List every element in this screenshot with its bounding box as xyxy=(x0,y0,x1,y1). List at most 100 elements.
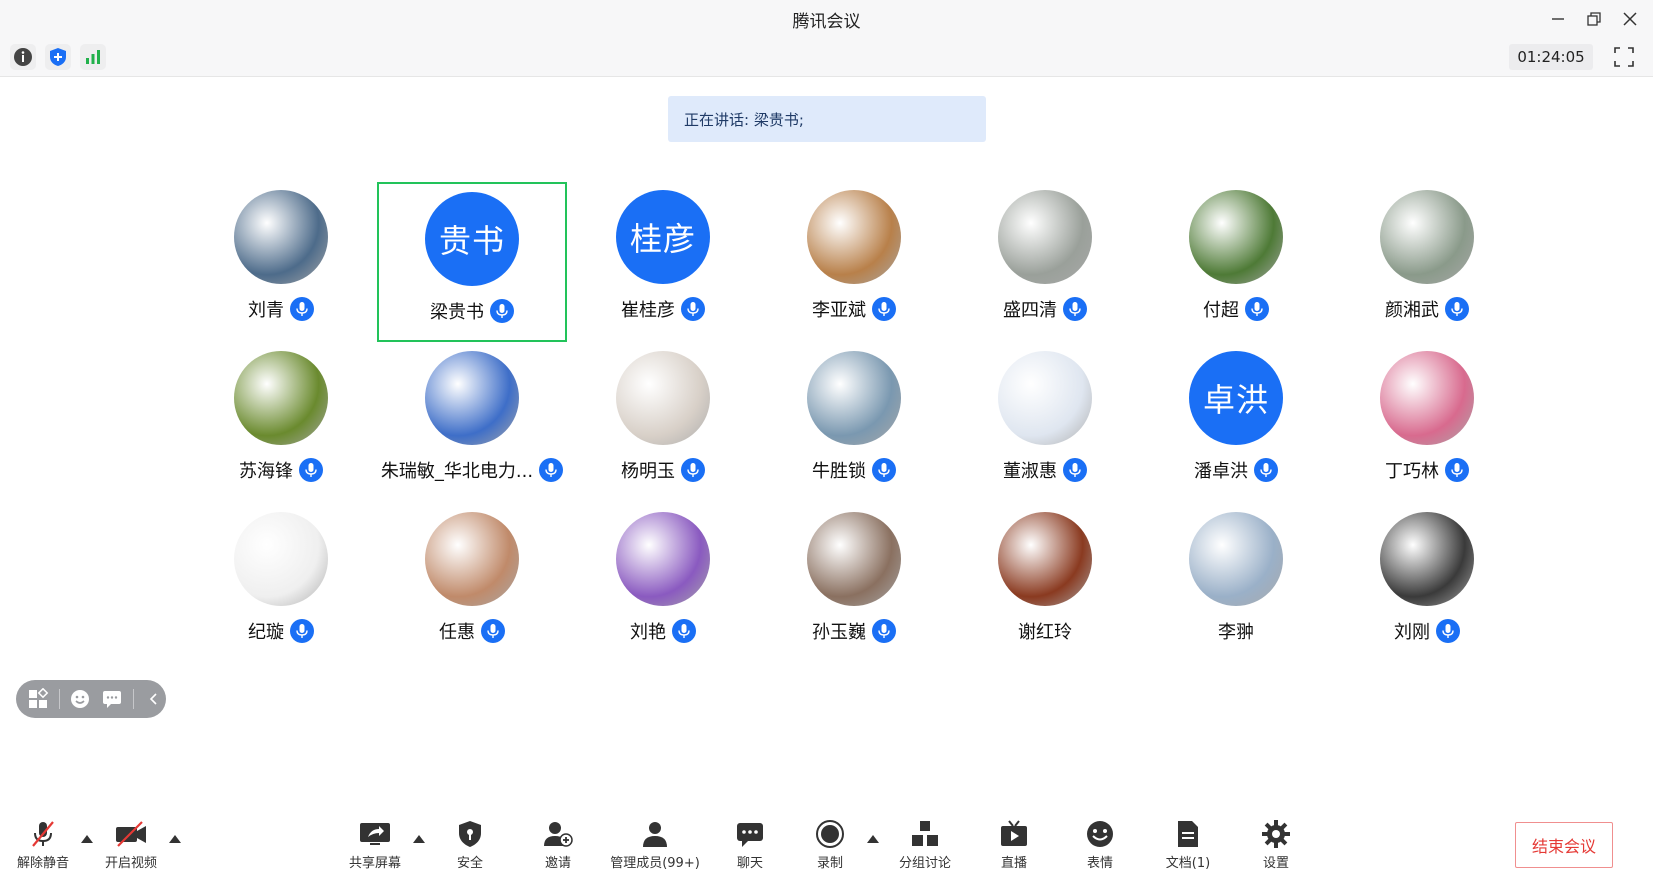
caret-up-icon xyxy=(81,835,93,843)
participant-name: 纪璇 xyxy=(248,622,284,643)
settings-button[interactable]: 设置 xyxy=(1252,810,1300,876)
mic-icon xyxy=(681,458,705,482)
participant-tile[interactable]: 孙玉巍 xyxy=(759,504,949,664)
manage-members-button[interactable]: 管理成员(99+) xyxy=(606,810,704,876)
mic-icon xyxy=(681,297,705,321)
participant-tile[interactable]: 李亚斌 xyxy=(759,182,949,342)
share-screen-label: 共享屏幕 xyxy=(348,856,401,871)
participant-tile[interactable]: 贵书 梁贵书 xyxy=(377,182,567,342)
fullscreen-button[interactable] xyxy=(1611,44,1637,70)
mic-icon xyxy=(1245,297,1269,321)
bottom-control-bar: 解除静音 开启视频 共享屏幕 安全 邀请 管理成员(99+) 聊天 录制 分组讨… xyxy=(0,810,1653,876)
chevron-left-icon xyxy=(149,693,157,705)
network-status-button[interactable] xyxy=(80,44,106,70)
invite-button[interactable]: 邀请 xyxy=(534,810,582,876)
participant-tile[interactable]: 纪璇 xyxy=(186,504,376,664)
mic-icon xyxy=(539,458,564,482)
participant-tile[interactable]: 李翀 xyxy=(1141,504,1331,664)
avatar: 卓洪 xyxy=(1189,351,1283,445)
docs-button[interactable]: 文档(1) xyxy=(1160,810,1216,876)
participant-name-row: 李翀 xyxy=(1218,618,1254,644)
mic-icon xyxy=(490,299,514,323)
participant-name: 杨明玉 xyxy=(621,461,675,482)
grid-layout-icon xyxy=(29,688,49,708)
reaction-button[interactable] xyxy=(67,686,92,712)
participant-tile[interactable]: 刘刚 xyxy=(1332,504,1522,664)
participant-name-row: 刘青 xyxy=(248,296,314,322)
participant-name: 盛四清 xyxy=(1003,300,1057,321)
caret-up-icon xyxy=(169,835,181,843)
unmute-label: 解除静音 xyxy=(16,856,69,871)
participant-tile[interactable]: 谢红玲 xyxy=(950,504,1140,664)
mic-icon xyxy=(481,619,505,643)
participant-tile[interactable]: 刘青 xyxy=(186,182,376,342)
mic-icon xyxy=(672,619,696,643)
participant-tile[interactable]: 付超 xyxy=(1141,182,1331,342)
participant-name-row: 梁贵书 xyxy=(430,298,514,324)
participant-name: 苏海锋 xyxy=(239,461,293,482)
participant-tile[interactable]: 任惠 xyxy=(377,504,567,664)
avatar xyxy=(998,351,1092,445)
security-button[interactable]: 安全 xyxy=(446,810,494,876)
audio-options-caret[interactable] xyxy=(80,832,94,846)
end-meeting-button[interactable]: 结束会议 xyxy=(1515,822,1613,868)
live-icon xyxy=(996,816,1032,852)
restore-button[interactable] xyxy=(1581,6,1607,32)
meeting-timer: 01:24:05 xyxy=(1509,44,1593,70)
speaking-indicator: 正在讲话: 梁贵书; xyxy=(668,96,986,142)
chat-bubble-button[interactable] xyxy=(100,686,125,712)
fullscreen-icon xyxy=(1614,47,1634,67)
video-options-caret[interactable] xyxy=(168,832,182,846)
participant-tile[interactable]: 卓洪 潘卓洪 xyxy=(1141,343,1331,503)
participant-name-row: 刘艳 xyxy=(630,618,696,644)
participant-tile[interactable]: 丁巧林 xyxy=(1332,343,1522,503)
avatar xyxy=(234,351,328,445)
live-button[interactable]: 直播 xyxy=(990,810,1038,876)
smile-icon xyxy=(70,690,89,708)
avatar xyxy=(807,512,901,606)
breakout-label: 分组讨论 xyxy=(898,856,951,871)
record-label: 录制 xyxy=(816,856,843,871)
participant-tile[interactable]: 杨明玉 xyxy=(568,343,758,503)
reactions-button[interactable]: 表情 xyxy=(1076,810,1124,876)
close-button[interactable] xyxy=(1617,6,1643,32)
record-button[interactable]: 录制 xyxy=(806,810,854,876)
participant-tile[interactable]: 刘艳 xyxy=(568,504,758,664)
avatar: 桂彦 xyxy=(616,190,710,284)
shield-icon xyxy=(50,48,66,66)
record-options-caret[interactable] xyxy=(866,832,880,846)
avatar xyxy=(425,512,519,606)
participant-name: 李亚斌 xyxy=(812,300,866,321)
share-options-caret[interactable] xyxy=(412,832,426,846)
unmute-button[interactable]: 解除静音 xyxy=(12,810,74,876)
avatar xyxy=(616,351,710,445)
participant-name-row: 苏海锋 xyxy=(239,457,323,483)
mic-icon xyxy=(1063,297,1087,321)
participant-tile[interactable]: 颜湘武 xyxy=(1332,182,1522,342)
participant-tile[interactable]: 牛胜锁 xyxy=(759,343,949,503)
participant-name: 刘刚 xyxy=(1394,622,1430,643)
avatar: 贵书 xyxy=(425,192,519,286)
participant-tile[interactable]: 董淑惠 xyxy=(950,343,1140,503)
mic-icon xyxy=(1254,458,1278,482)
breakout-button[interactable]: 分组讨论 xyxy=(894,810,956,876)
security-status-button[interactable] xyxy=(45,44,71,70)
mic-icon xyxy=(872,619,896,643)
start-video-button[interactable]: 开启视频 xyxy=(100,810,162,876)
participant-tile[interactable]: 桂彦 崔桂彦 xyxy=(568,182,758,342)
participant-name: 付超 xyxy=(1203,300,1239,321)
chat-button[interactable]: 聊天 xyxy=(726,810,774,876)
chat-bubble-icon xyxy=(103,691,122,708)
signal-bars-icon xyxy=(86,50,100,64)
participant-name-row: 朱瑞敏_华北电力... xyxy=(381,457,564,483)
minimize-button[interactable] xyxy=(1545,6,1571,32)
meeting-info-button[interactable] xyxy=(10,44,36,70)
avatar xyxy=(807,190,901,284)
mic-icon xyxy=(872,297,896,321)
share-screen-button[interactable]: 共享屏幕 xyxy=(344,810,406,876)
participant-tile[interactable]: 盛四清 xyxy=(950,182,1140,342)
layout-button[interactable] xyxy=(26,686,51,712)
collapse-button[interactable] xyxy=(141,686,166,712)
participant-tile[interactable]: 朱瑞敏_华北电力... xyxy=(377,343,567,503)
participant-tile[interactable]: 苏海锋 xyxy=(186,343,376,503)
